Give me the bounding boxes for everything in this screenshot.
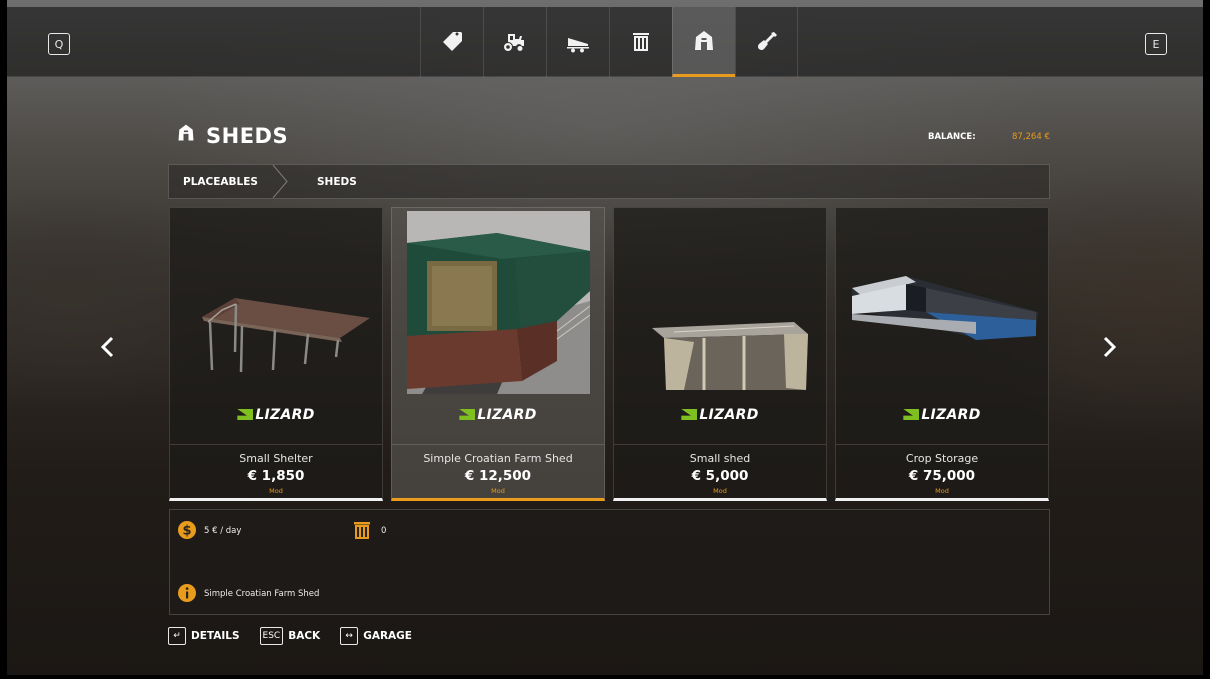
- details-button[interactable]: DETAILS: [191, 630, 240, 642]
- mod-tag: Mod: [935, 487, 949, 495]
- scroll-right-button[interactable]: [1100, 332, 1120, 362]
- item-name: Small shed: [689, 452, 751, 465]
- item-list: LIZARD Small Shelter € 1,850 Mod LIZARD …: [169, 207, 1051, 501]
- garage-button[interactable]: GARAGE: [363, 630, 412, 642]
- card-divider: [392, 444, 604, 445]
- brand-logo: LIZARD: [170, 407, 382, 423]
- brand-logo: LIZARD: [392, 407, 604, 423]
- item-info-panel: $ 5 € / day 0 Simple Croatian Farm Shed: [169, 509, 1050, 615]
- item-price: € 75,000: [908, 468, 976, 484]
- shovel-icon: [757, 32, 777, 51]
- frame-left: [0, 0, 7, 679]
- item-name: Small Shelter: [239, 452, 313, 465]
- trailer-icon: [567, 38, 589, 53]
- esc-key-icon: ESC: [259, 627, 284, 645]
- item-card-simple-croatian-farm-shed[interactable]: LIZARD Simple Croatian Farm Shed € 12,50…: [391, 207, 605, 501]
- tractor-icon: [504, 34, 524, 51]
- card-divider: [836, 444, 1048, 445]
- category-tabs: [420, 7, 798, 77]
- mod-tag: Mod: [713, 487, 727, 495]
- price-tag-icon: [443, 32, 462, 51]
- scroll-left-button[interactable]: [97, 332, 117, 362]
- next-category-key[interactable]: E: [1145, 33, 1167, 55]
- item-name: Crop Storage: [905, 452, 979, 465]
- item-price: € 12,500: [464, 468, 532, 484]
- daily-upkeep: 5 € / day: [204, 526, 242, 536]
- chevron-right-icon: [1103, 336, 1117, 358]
- crop-storage-image: [852, 276, 1038, 340]
- balance-value: 87,264 €: [1012, 132, 1050, 142]
- item-card-crop-storage[interactable]: LIZARD Crop Storage € 75,000 Mod: [835, 207, 1049, 501]
- top-bar: Q E: [7, 7, 1203, 77]
- small-shed-image: [652, 322, 808, 390]
- storage-icon: [633, 33, 649, 51]
- item-price: € 5,000: [691, 468, 749, 484]
- control-hints: ↵ DETAILS ESC BACK ↔ GARAGE: [168, 626, 432, 646]
- shed-icon: [695, 30, 713, 50]
- storage-capacity: 0: [381, 526, 387, 536]
- frame-bottom: [0, 675, 1210, 679]
- item-card-small-shelter[interactable]: LIZARD Small Shelter € 1,850 Mod: [169, 207, 383, 501]
- balance-label: BALANCE:: [928, 132, 976, 142]
- mod-tag: Mod: [491, 487, 505, 495]
- svg-text:$: $: [182, 524, 191, 539]
- frame-right: [1203, 0, 1210, 679]
- back-button[interactable]: BACK: [288, 630, 320, 642]
- tab-landscaping[interactable]: [735, 7, 798, 77]
- storage-capacity-icon: [354, 522, 370, 539]
- page-title: SHEDS: [206, 124, 289, 148]
- tab-storage[interactable]: [609, 7, 672, 77]
- brand-logo: LIZARD: [614, 407, 826, 423]
- chevron-left-icon: [100, 336, 114, 358]
- small-shelter-image: [202, 298, 370, 373]
- shed-icon: [178, 124, 194, 141]
- item-description: Simple Croatian Farm Shed: [204, 589, 320, 599]
- info-icon: [178, 584, 196, 602]
- breadcrumb-sheds: SHEDS: [317, 175, 357, 188]
- tab-key-icon: ↔: [340, 627, 359, 645]
- money-icon: $: [178, 521, 196, 539]
- breadcrumb-chevron-icon: [272, 165, 288, 198]
- mod-tag: Mod: [269, 487, 283, 495]
- item-price: € 1,850: [247, 468, 305, 484]
- prev-category-key[interactable]: Q: [48, 33, 70, 55]
- tab-sell[interactable]: [420, 7, 483, 77]
- enter-key-icon: ↵: [168, 627, 186, 645]
- item-name: Simple Croatian Farm Shed: [423, 452, 573, 465]
- card-divider: [614, 444, 826, 445]
- card-divider: [170, 444, 382, 445]
- item-card-small-shed[interactable]: LIZARD Small shed € 5,000 Mod: [613, 207, 827, 501]
- tab-sheds[interactable]: [672, 7, 735, 77]
- breadcrumb: PLACEABLES SHEDS: [168, 164, 1050, 199]
- croatian-farm-shed-image: [407, 211, 590, 394]
- tab-trailers[interactable]: [546, 7, 609, 77]
- tab-vehicles[interactable]: [483, 7, 546, 77]
- sheds-title-icon: [176, 122, 196, 144]
- brand-logo: LIZARD: [836, 407, 1048, 423]
